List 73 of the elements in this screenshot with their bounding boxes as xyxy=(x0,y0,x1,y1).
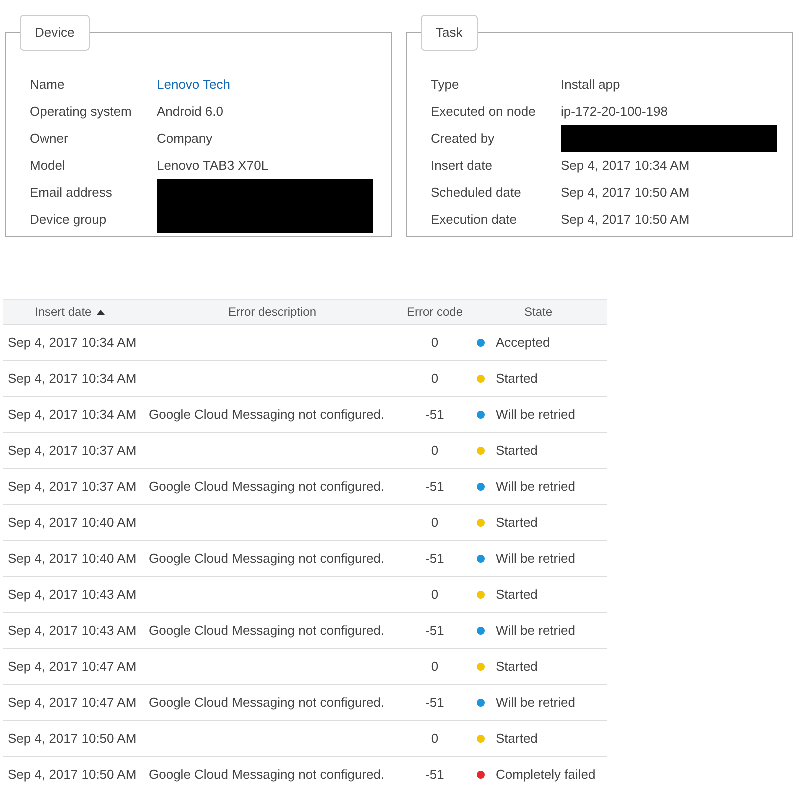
table-cell: Sep 4, 2017 10:37 AM xyxy=(8,443,137,458)
panel-title: Task xyxy=(421,15,478,51)
field-label: Scheduled date xyxy=(431,185,522,200)
table-cell: -51 xyxy=(426,407,444,422)
table-cell: Sep 4, 2017 10:47 AM xyxy=(8,659,137,674)
table-cell: Google Cloud Messaging not configured. xyxy=(149,407,385,422)
state-text: Will be retried xyxy=(496,623,576,638)
field-value: Sep 4, 2017 10:34 AM xyxy=(561,158,690,173)
field-value: Android 6.0 xyxy=(157,104,224,119)
table-cell: Sep 4, 2017 10:40 AM xyxy=(8,515,137,530)
state-text: Completely failed xyxy=(496,767,596,782)
table-cell: Sep 4, 2017 10:34 AM xyxy=(8,335,137,350)
table-cell: 0 xyxy=(431,335,439,350)
state-text: Will be retried xyxy=(496,695,576,710)
column-header[interactable]: Error description xyxy=(228,305,317,319)
field-label: Operating system xyxy=(30,104,132,119)
table-cell: Sep 4, 2017 10:40 AM xyxy=(8,551,137,566)
field-value: Company xyxy=(157,131,213,146)
table-cell: Google Cloud Messaging not configured. xyxy=(149,623,385,638)
table-cell: Sep 4, 2017 10:37 AM xyxy=(8,479,137,494)
state-text: Will be retried xyxy=(496,407,576,422)
table-cell: Sep 4, 2017 10:43 AM xyxy=(8,623,137,638)
column-header[interactable]: State xyxy=(524,305,553,319)
table-cell: Sep 4, 2017 10:50 AM xyxy=(8,767,137,782)
table-cell: Google Cloud Messaging not configured. xyxy=(149,767,385,782)
table-cell: Sep 4, 2017 10:34 AM xyxy=(8,371,137,386)
device-name-link[interactable]: Lenovo Tech xyxy=(157,77,230,92)
table-cell: 0 xyxy=(431,659,439,674)
table-cell: Google Cloud Messaging not configured. xyxy=(149,695,385,710)
table-cell: -51 xyxy=(426,767,444,782)
field-label: Owner xyxy=(30,131,68,146)
field-label: Model xyxy=(30,158,66,173)
state-text: Started xyxy=(496,371,538,386)
field-label: Insert date xyxy=(431,158,492,173)
state-text: Accepted xyxy=(496,335,550,350)
state-text: Will be retried xyxy=(496,479,576,494)
field-value: Sep 4, 2017 10:50 AM xyxy=(561,212,690,227)
table-cell: 0 xyxy=(431,443,439,458)
state-text: Started xyxy=(496,731,538,746)
state-text: Started xyxy=(496,443,538,458)
field-label: Email address xyxy=(30,185,112,200)
table-cell: -51 xyxy=(426,479,444,494)
field-value: ip-172-20-100-198 xyxy=(561,104,668,119)
state-text: Started xyxy=(496,659,538,674)
column-header[interactable]: Insert date xyxy=(35,305,92,319)
table-cell: Google Cloud Messaging not configured. xyxy=(149,479,385,494)
table-cell: -51 xyxy=(426,623,444,638)
field-value: Sep 4, 2017 10:50 AM xyxy=(561,185,690,200)
table-cell: Google Cloud Messaging not configured. xyxy=(149,551,385,566)
table-cell: 0 xyxy=(431,587,439,602)
table-cell: Sep 4, 2017 10:34 AM xyxy=(8,407,137,422)
panel-title: Device xyxy=(20,15,90,51)
field-label: Device group xyxy=(30,212,107,227)
column-header[interactable]: Error code xyxy=(406,305,464,319)
table-cell: Sep 4, 2017 10:43 AM xyxy=(8,587,137,602)
field-value: Install app xyxy=(561,77,620,92)
field-label: Created by xyxy=(431,131,495,146)
table-cell: Sep 4, 2017 10:47 AM xyxy=(8,695,137,710)
field-value: Lenovo TAB3 X70L xyxy=(157,158,269,173)
field-label: Name xyxy=(30,77,65,92)
field-label: Type xyxy=(431,77,460,92)
sort-ascending-icon[interactable] xyxy=(96,310,105,314)
state-text: Started xyxy=(496,515,538,530)
field-label: Execution date xyxy=(431,212,518,227)
state-text: Started xyxy=(496,587,538,602)
table-cell: 0 xyxy=(431,371,439,386)
table-cell: 0 xyxy=(431,515,439,530)
table-cell: 0 xyxy=(431,731,439,746)
field-label: Executed on node xyxy=(431,104,536,119)
state-text: Will be retried xyxy=(496,551,576,566)
table-cell: -51 xyxy=(426,551,444,566)
table-cell: Sep 4, 2017 10:50 AM xyxy=(8,731,137,746)
table-cell: -51 xyxy=(426,695,444,710)
